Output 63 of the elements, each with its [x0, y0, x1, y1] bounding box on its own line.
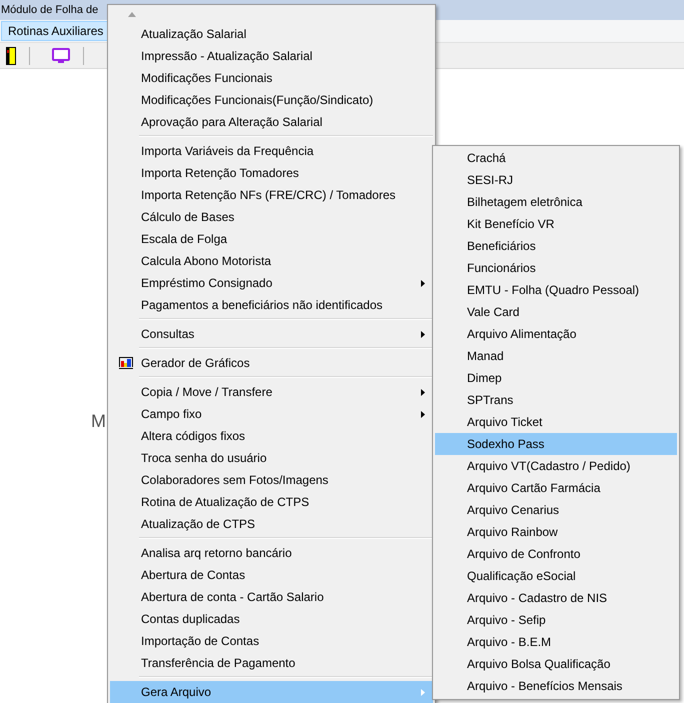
menu-item[interactable]: Arquivo de Confronto [435, 543, 677, 565]
menu-item[interactable]: Transferência de Pagamento [110, 652, 433, 674]
menu-item[interactable]: Arquivo VT(Cadastro / Pedido) [435, 455, 677, 477]
menu-item[interactable]: Altera códigos fixos [110, 425, 433, 447]
menu-item[interactable]: Arquivo - Benefícios Mensais [435, 675, 677, 697]
menu-item[interactable]: Rotina de Atualização de CTPS [110, 491, 433, 513]
menu-item[interactable]: Arquivo Cenarius [435, 499, 677, 521]
menu-item[interactable]: Crachá [435, 147, 677, 169]
menu-item[interactable]: Importa Retenção NFs (FRE/CRC) / Tomadores [110, 184, 433, 206]
menu-item[interactable]: Manad [435, 345, 677, 367]
menu-item[interactable]: Gera Arquivo [110, 681, 433, 703]
submenu-arrow-icon [421, 388, 425, 396]
menu-item[interactable]: Troca senha do usuário [110, 447, 433, 469]
submenu-arrow-icon [421, 330, 425, 338]
menu-item[interactable]: Arquivo Ticket [435, 411, 677, 433]
menu-item[interactable]: Importa Retenção Tomadores [110, 162, 433, 184]
menu-item[interactable]: Arquivo Bolsa Qualificação [435, 653, 677, 675]
menu-item[interactable]: Arquivo Cartão Farmácia [435, 477, 677, 499]
menu-item[interactable]: Dimep [435, 367, 677, 389]
menu-item[interactable]: Calcula Abono Motorista [110, 250, 433, 272]
monitor-icon[interactable] [52, 48, 70, 64]
menu-item[interactable]: EMTU - Folha (Quadro Pessoal) [435, 279, 677, 301]
menu-item[interactable]: Beneficiários [435, 235, 677, 257]
window-title: Módulo de Folha de [1, 4, 98, 16]
menu-item[interactable]: Copia / Move / Transfere [110, 381, 433, 403]
menu-item[interactable]: Modificações Funcionais [110, 67, 433, 89]
menu-item[interactable]: Importação de Contas [110, 630, 433, 652]
menu-item[interactable]: Analisa arq retorno bancário [110, 542, 433, 564]
menu-item[interactable]: Escala de Folga [110, 228, 433, 250]
menu-item[interactable]: Bilhetagem eletrônica [435, 191, 677, 213]
menu-item[interactable]: Contas duplicadas [110, 608, 433, 630]
door-icon[interactable] [6, 46, 16, 64]
menu-item[interactable]: Abertura de Contas [110, 564, 433, 586]
submenu-arrow-icon [421, 688, 425, 696]
menu-item[interactable]: Arquivo Rainbow [435, 521, 677, 543]
submenu-arrow-icon [421, 410, 425, 418]
menu-item[interactable]: Funcionários [435, 257, 677, 279]
menu-item[interactable]: Abertura de conta - Cartão Salario [110, 586, 433, 608]
menu-item[interactable]: Modificações Funcionais(Função/Sindicato) [110, 89, 433, 111]
menu-item[interactable]: Campo fixo [110, 403, 433, 425]
menu-item[interactable]: Arquivo Alimentação [435, 323, 677, 345]
menu-item[interactable]: Consultas [110, 323, 433, 345]
menu-item[interactable]: Atualização Salarial [110, 23, 433, 45]
menu-item[interactable]: Vale Card [435, 301, 677, 323]
background-text: M [91, 411, 106, 432]
menu-item[interactable]: Cálculo de Bases [110, 206, 433, 228]
menu-item[interactable]: Colaboradores sem Fotos/Imagens [110, 469, 433, 491]
menu-item[interactable]: Pagamentos a beneficiários não identificados [110, 294, 433, 316]
menu-item[interactable]: Arquivo - Cadastro de NIS [435, 587, 677, 609]
menu-item[interactable]: Atualização de CTPS [110, 513, 433, 535]
menu-item[interactable]: Arquivo - B.E.M [435, 631, 677, 653]
menu-item[interactable]: Gerador de Gráficos [110, 352, 433, 374]
menu-item[interactable]: Aprovação para Alteração Salarial [110, 111, 433, 133]
menu-item[interactable]: Kit Benefício VR [435, 213, 677, 235]
menu-item[interactable]: SPTrans [435, 389, 677, 411]
menu-item[interactable]: Importa Variáveis da Frequência [110, 140, 433, 162]
submenu-arrow-icon [421, 280, 425, 286]
menu-item[interactable]: Arquivo - Sefip [435, 609, 677, 631]
menu-item[interactable]: SESI-RJ [435, 169, 677, 191]
menu-item[interactable]: Qualificação eSocial [435, 565, 677, 587]
menu-item[interactable]: Empréstimo Consignado [110, 272, 433, 294]
bar-chart-icon [118, 356, 132, 370]
menu-item[interactable]: Sodexho Pass [435, 433, 677, 455]
